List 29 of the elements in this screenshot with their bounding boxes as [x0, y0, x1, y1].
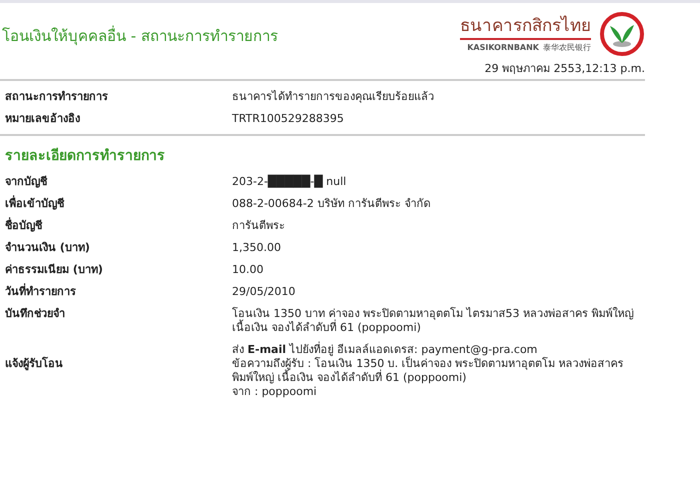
field-label: ชื่อบัญชี	[4, 218, 44, 232]
field-value: จาก : poppoomi	[232, 384, 318, 398]
field-label: เพื่อเข้าบัญชี	[4, 196, 66, 210]
bank-logo-icon	[599, 11, 645, 57]
field-value: ส่ง E-mail ไปยังที่อยู่ อีเมลล์แอดเดรส: payment@g-pra.com	[232, 342, 538, 356]
field-value: TRTR100529288395	[232, 111, 344, 128]
field-label: แจ้งผู้รับโอน	[4, 356, 64, 372]
timestamp: 29 พฤษภาคม 2553,12:13 p.m.	[484, 61, 645, 77]
field-label: จำนวนเงิน (บาท)	[4, 240, 91, 254]
field-label: สถานะการทำรายการ	[4, 89, 109, 106]
field-value: 203-2-█████-█ null	[232, 174, 348, 188]
bank-english-name: KASIKORNBANK	[467, 42, 539, 54]
field-label: จากบัญชี	[4, 174, 48, 188]
field-value: การันตีพระ	[232, 218, 286, 232]
bank-chinese-name: 泰华农民银行	[543, 42, 591, 54]
field-value: 10.00	[232, 262, 264, 276]
field-value: ข้อความถึงผู้รับ : โอนเงิน 1350 บ. เป็นค่าจอง พระปิดตามหาอุตตโม หลวงพ่อสาคร พิมพ์ใหญ่ เนื้อเงิน จองได้ลำดับที่ 61 (poppoomi)	[232, 356, 625, 384]
field-label: ค่าธรรมเนียม (บาท)	[4, 262, 104, 276]
bank-name: ธนาคารกสิกรไทย	[460, 14, 591, 40]
page-title: โอนเงินให้บุคคลอื่น - สถานะการทำรายการ	[2, 25, 278, 48]
field-value: ธนาคารได้ทำรายการของคุณเรียบร้อยแล้ว	[232, 89, 434, 106]
field-label: หมายเลขอ้างอิง	[4, 111, 81, 128]
field-value: โอนเงิน 1350 บาท ค่าจอง พระปิดตามหาอุตตโม ไตรมาส53 หลวงพ่อสาคร พิมพ์ใหญ่เนื้อเงิน จองได้ลำดับที่ 61 (poppoomi)	[232, 306, 634, 334]
field-value: 088-2-00684-2 บริษัท การันตีพระ จำกัด	[232, 196, 432, 210]
field-value: 1,350.00	[232, 240, 282, 254]
field-label: บันทึกช่วยจำ	[4, 306, 66, 322]
field-value: 29/05/2010	[232, 284, 296, 298]
field-label: วันที่ทำรายการ	[4, 284, 77, 298]
section-title: รายละเอียดการทำรายการ	[4, 146, 166, 166]
